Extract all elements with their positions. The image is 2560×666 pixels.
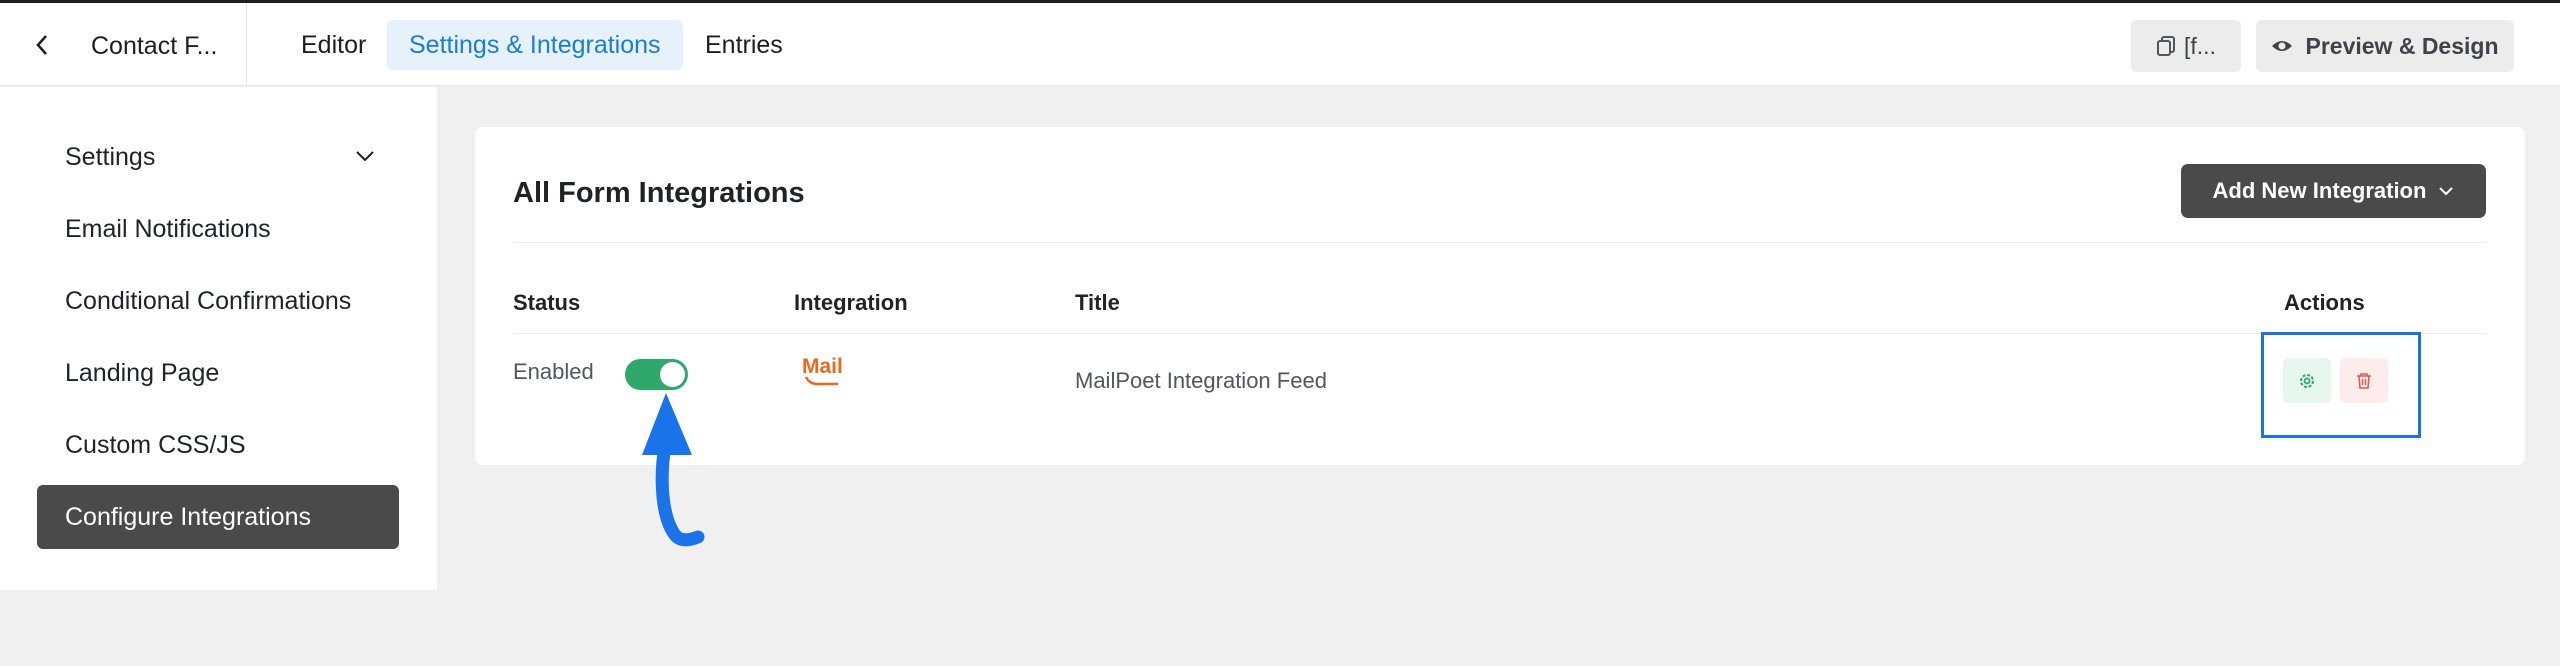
chevron-down-icon	[356, 151, 374, 162]
column-header-status: Status	[513, 290, 581, 315]
sidebar-item-configure-integrations[interactable]: Configure Integrations	[37, 485, 399, 549]
sidebar-item-conditional-confirmations[interactable]: Conditional Confirmations	[37, 269, 399, 333]
integration-title: MailPoet Integration Feed	[1075, 368, 1327, 393]
page-title: All Form Integrations	[513, 177, 805, 209]
header-divider	[246, 3, 247, 86]
mailpoet-logo: Mail	[800, 353, 844, 398]
add-new-integration-button[interactable]: Add New Integration	[2181, 164, 2486, 218]
sidebar-item-label: Email Notifications	[65, 214, 271, 243]
column-header-integration: Integration	[794, 290, 908, 315]
logo-text: Mail	[802, 355, 843, 378]
column-header-title: Title	[1075, 290, 1120, 315]
eye-icon	[2272, 41, 2293, 51]
chevron-down-icon	[2439, 187, 2454, 196]
divider	[513, 242, 2486, 243]
annotation-arrow-icon	[642, 393, 705, 547]
sidebar-item-label: Landing Page	[65, 358, 220, 387]
sidebar-item-label: Conditional Confirmations	[65, 286, 352, 315]
top-header: Contact F... Editor Settings & Integrati…	[0, 3, 2560, 86]
sidebar-item-landing-page[interactable]: Landing Page	[37, 341, 399, 405]
form-name: Contact F...	[91, 32, 218, 60]
back-button[interactable]	[22, 25, 62, 65]
sidebar-item-label: Configure Integrations	[65, 502, 311, 531]
tab-entries[interactable]: Entries	[683, 20, 805, 70]
copy-icon	[2157, 36, 2176, 56]
sidebar-item-custom-css-js[interactable]: Custom CSS/JS	[37, 413, 399, 477]
integrations-card: All Form Integrations Add New Integratio…	[475, 127, 2525, 465]
toggle-knob	[660, 362, 685, 387]
sidebar-item-label: Settings	[65, 142, 156, 171]
shortcode-button[interactable]: [f...	[2131, 20, 2241, 72]
divider	[513, 333, 2486, 334]
shortcode-label: [f...	[2184, 32, 2216, 59]
status-text: Enabled	[513, 359, 594, 384]
chevron-left-icon	[36, 35, 47, 55]
sidebar-item-email-notifications[interactable]: Email Notifications	[37, 197, 399, 261]
preview-label: Preview & Design	[2305, 32, 2499, 59]
settings-sidebar: Settings Email Notifications Conditional…	[0, 87, 437, 590]
sidebar-item-settings[interactable]: Settings	[37, 125, 399, 189]
actions-highlight-box	[2261, 332, 2421, 438]
tab-editor[interactable]: Editor	[279, 20, 388, 70]
tab-settings-integrations[interactable]: Settings & Integrations	[387, 20, 683, 70]
preview-design-button[interactable]: Preview & Design	[2256, 20, 2514, 72]
column-header-actions: Actions	[2284, 290, 2365, 315]
add-integration-label: Add New Integration	[2212, 178, 2427, 203]
sidebar-item-label: Custom CSS/JS	[65, 430, 246, 459]
